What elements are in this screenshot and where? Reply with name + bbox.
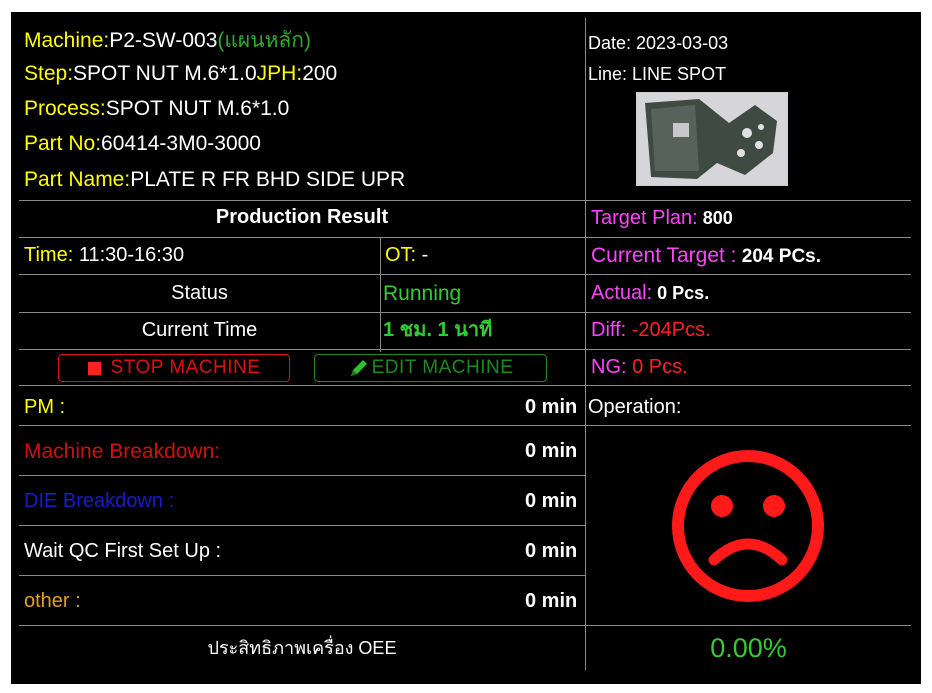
other-value: 0 min (525, 590, 578, 612)
pencil-icon (350, 360, 367, 376)
ng-label: NG: (591, 356, 627, 378)
ot-row: OT: - (385, 245, 428, 265)
operation-label: Operation: (588, 396, 682, 418)
machine-breakdown-label: Machine Breakdown: (24, 440, 221, 463)
part-name-value: PLATE R FR BHD SIDE UPR (130, 168, 406, 191)
part-name-label: Part Name: (24, 168, 131, 191)
diff-value: -204Pcs. (626, 319, 711, 341)
actual-value: 0 Pcs. (652, 283, 710, 303)
divider (19, 475, 585, 476)
date-label: Date: 2023-03-03 (588, 33, 729, 53)
target-plan-label: Target Plan: (591, 207, 698, 229)
status-label: Status (171, 282, 228, 304)
column-divider (585, 18, 586, 670)
jph-value: 200 (302, 62, 338, 85)
current-target-value: 204 PCs. (736, 246, 822, 267)
ng-value: 0 Pcs. (626, 356, 688, 378)
time-row: Time: 11:30-16:30 (24, 245, 184, 265)
jph-label: JPH: (256, 62, 303, 85)
actual-label: Actual: (591, 282, 653, 304)
machine-line: Machine:P2-SW-003(แผนหลัก) (24, 30, 311, 51)
step-value: SPOT NUT M.6*1.0 (73, 62, 257, 85)
divider (19, 525, 585, 526)
die-breakdown-label: DIE Breakdown : (24, 490, 175, 512)
edit-machine-button[interactable]: EDIT MACHINE (314, 354, 547, 382)
divider (19, 274, 911, 275)
machine-breakdown-value: 0 min (525, 440, 578, 462)
current-time-label: Current Time (141, 319, 258, 341)
ng-row: NG: 0 Pcs. (591, 357, 688, 377)
result-column-divider (380, 237, 381, 352)
sad-face-icon (672, 450, 824, 602)
step-label: Step: (24, 62, 74, 85)
wait-qc-label: Wait QC First Set Up : (24, 540, 222, 562)
die-breakdown-value: 0 min (525, 490, 578, 512)
time-value: 11:30-16:30 (73, 244, 185, 266)
machine-label: Machine: (24, 29, 110, 52)
divider (19, 625, 911, 626)
process-label: Process: (24, 97, 106, 120)
status-value: Running (383, 282, 462, 305)
ot-value: - (416, 244, 429, 266)
divider (19, 385, 911, 386)
divider (19, 575, 585, 576)
other-label: other : (24, 590, 81, 612)
actual-row: Actual: 0 Pcs. (591, 283, 709, 303)
current-target-row: Current Target : 204 PCs. (591, 245, 821, 266)
step-line: Step:SPOT NUT M.6*1.0JPH:200 (24, 63, 337, 84)
part-name-line: Part Name:PLATE R FR BHD SIDE UPR (24, 169, 405, 190)
part-no-label: Part No: (24, 132, 102, 155)
target-plan-value: 800 (697, 208, 733, 228)
part-image (636, 92, 788, 186)
process-value: SPOT NUT M.6*1.0 (105, 97, 290, 120)
wait-qc-value: 0 min (525, 540, 578, 562)
divider (19, 349, 911, 350)
divider (19, 237, 911, 238)
ot-label: OT: (385, 244, 417, 266)
stop-icon (87, 361, 101, 375)
time-label: Time: (24, 244, 74, 266)
oee-label: ประสิทธิภาพเครื่อง OEE (207, 638, 397, 658)
machine-value: P2-SW-003 (109, 29, 218, 52)
line-label: Line: LINE SPOT (588, 64, 727, 84)
stop-machine-label: STOP MACHINE (110, 357, 261, 378)
machine-note: (แผนหลัก) (217, 29, 311, 52)
pm-label: PM : (24, 396, 66, 418)
stop-machine-button[interactable]: STOP MACHINE (58, 354, 290, 382)
divider (19, 200, 911, 201)
pm-value: 0 min (525, 396, 578, 418)
oee-dashboard: Machine:P2-SW-003(แผนหลัก) Step:SPOT NUT… (11, 12, 921, 684)
target-plan-row: Target Plan: 800 (591, 208, 733, 228)
edit-machine-label: EDIT MACHINE (371, 357, 514, 378)
current-time-value: 1 ชม. 1 นาที (383, 319, 493, 341)
process-line: Process:SPOT NUT M.6*1.0 (24, 98, 289, 119)
part-no-line: Part No:60414-3M0-3000 (24, 133, 261, 154)
divider (19, 312, 911, 313)
production-result-title: Production Result (215, 206, 389, 228)
oee-value: 0.00% (710, 633, 787, 663)
diff-label: Diff: (591, 319, 627, 341)
part-no-value: 60414-3M0-3000 (101, 132, 261, 155)
diff-row: Diff: -204Pcs. (591, 320, 711, 340)
divider (19, 425, 911, 426)
current-target-label: Current Target : (591, 244, 737, 267)
